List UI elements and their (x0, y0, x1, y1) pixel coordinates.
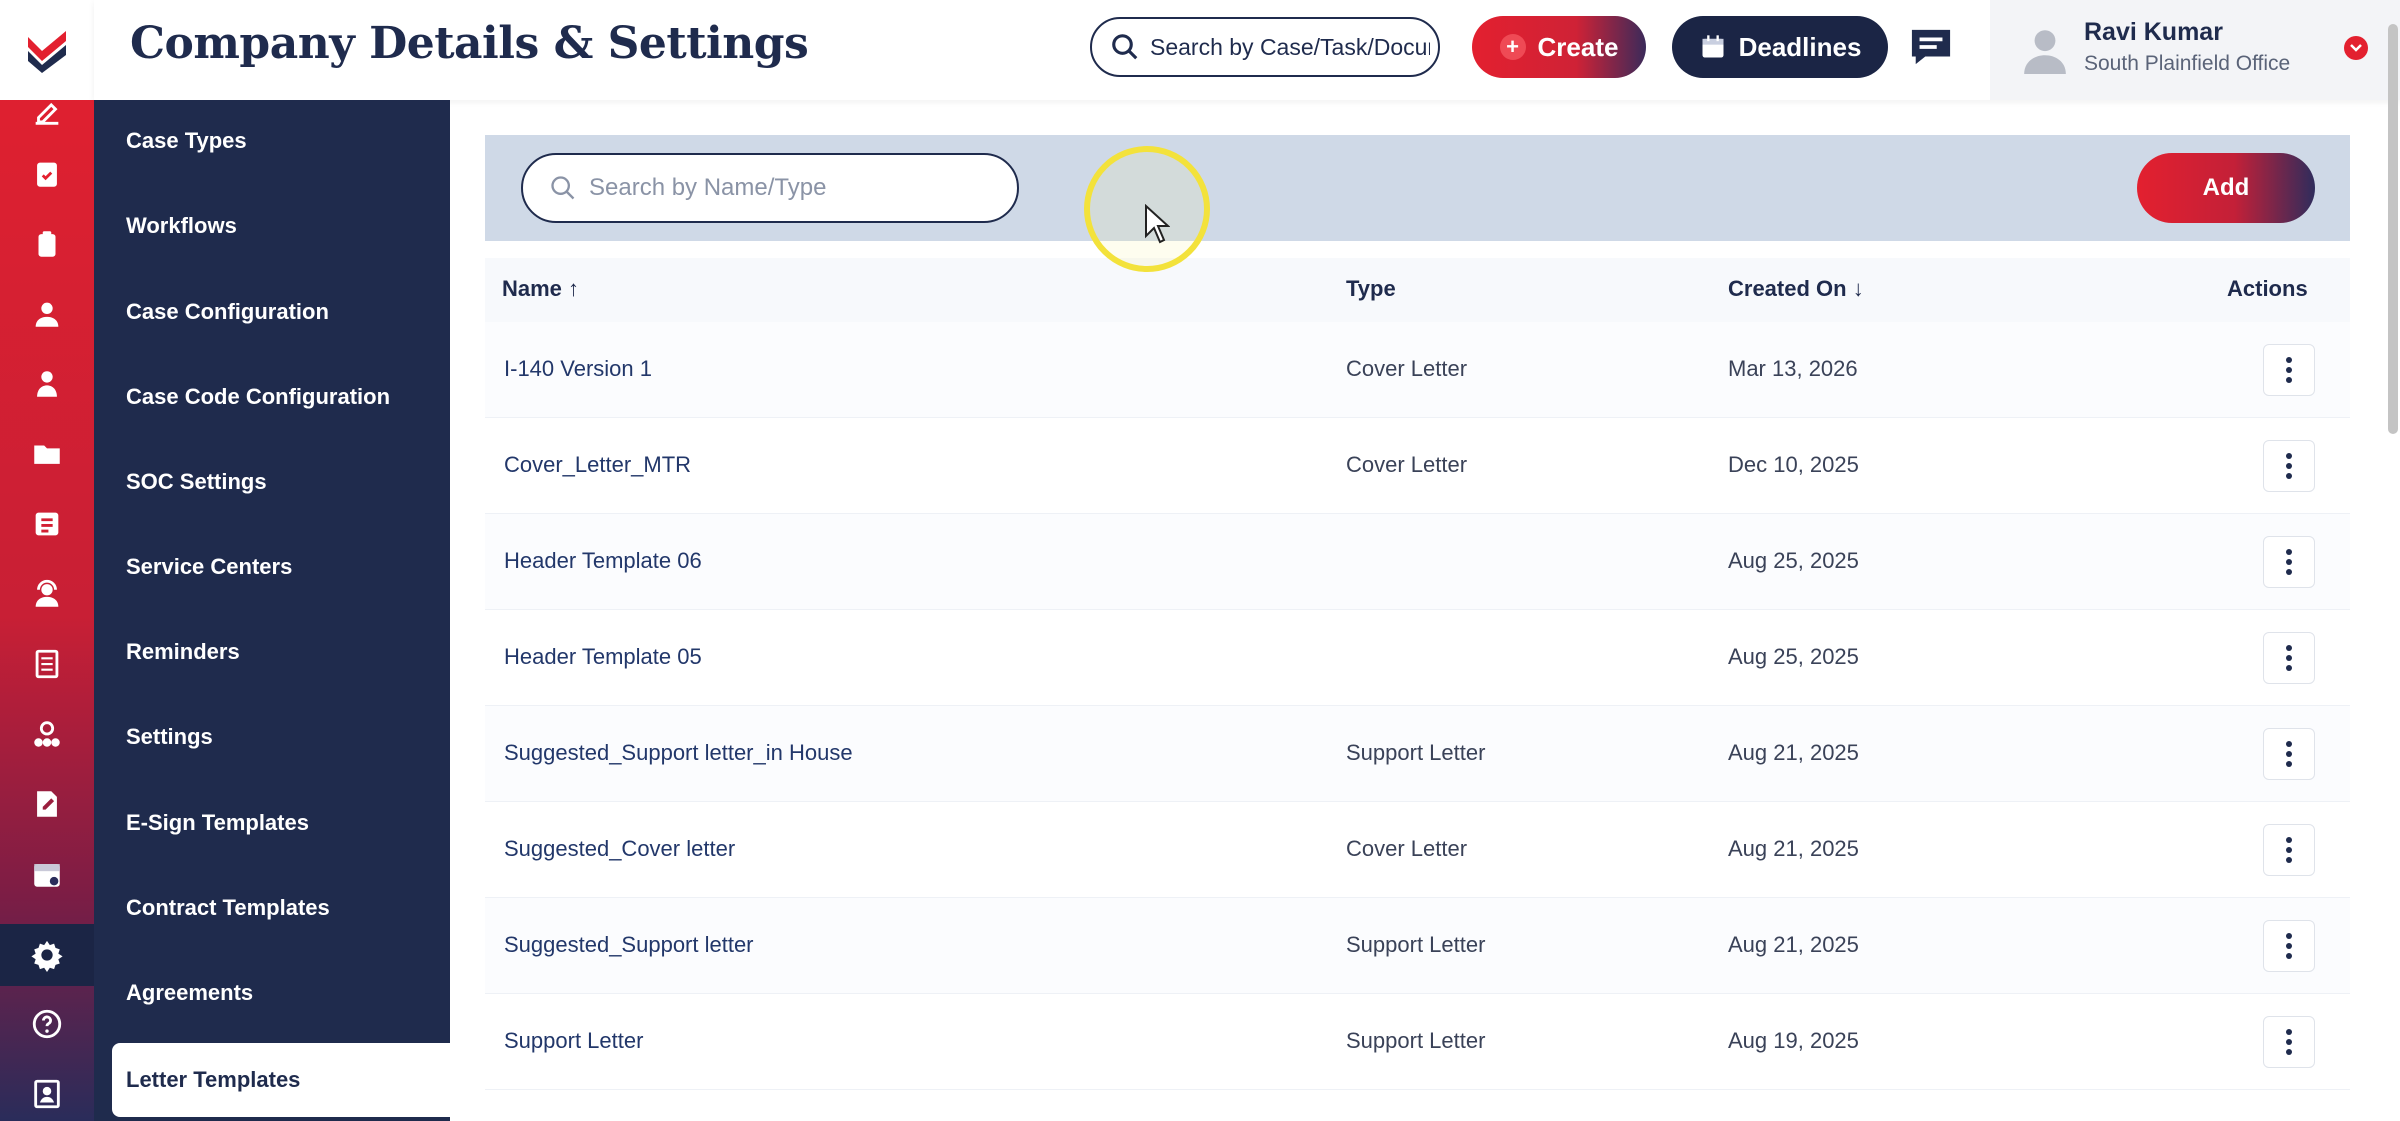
sidebar-item-agreements[interactable]: Agreements (94, 962, 450, 1024)
page-title: Company Details & Settings (130, 18, 809, 69)
table-row[interactable]: Suggested_Support letter Support Letter Au… (485, 898, 2350, 994)
deadlines-button-label: Deadlines (1738, 31, 1862, 62)
help-icon[interactable] (0, 996, 94, 1052)
template-name[interactable]: Suggested_Cover letter (504, 836, 735, 862)
sidebar-item-letter-templates[interactable]: Letter Templates (112, 1043, 450, 1117)
template-created-on: Dec 10, 2025 (1728, 452, 1859, 477)
template-type: Cover Letter (1346, 452, 1468, 477)
support-agent-icon[interactable] (0, 566, 94, 622)
template-name[interactable]: I-140 Version 1 (504, 356, 652, 382)
note-icon[interactable] (0, 496, 94, 552)
table-row[interactable]: Cover_Letter_MTR Cover Letter Dec 10, 2025 (485, 418, 2350, 514)
table-toolbar: Add (485, 135, 2350, 241)
messages-icon[interactable] (1904, 22, 1958, 72)
table-row[interactable]: I-140 Version 1 Cover Letter Mar 13, 2026 (485, 322, 2350, 418)
column-header-created-on[interactable]: Created On ↓ (1728, 276, 1864, 302)
icon-rail (0, 0, 94, 1121)
calendar-icon[interactable] (0, 846, 94, 902)
settings-sidebar: Case Types Workflows Case Configuration … (94, 100, 450, 1121)
table-row[interactable]: Support Letter Support Letter Aug 19, 2025 (485, 994, 2350, 1090)
sidebar-item-soc-settings[interactable]: SOC Settings (94, 451, 450, 513)
sidebar-item-settings[interactable]: Settings (94, 706, 450, 768)
mouse-cursor-icon (1145, 204, 1170, 244)
create-button[interactable]: + Create (1472, 16, 1646, 78)
document-edit-icon[interactable] (0, 776, 94, 832)
add-button[interactable]: Add (2137, 153, 2315, 223)
more-actions-icon[interactable] (2263, 536, 2315, 588)
template-name[interactable]: Cover_Letter_MTR (504, 452, 691, 478)
more-actions-icon[interactable] (2263, 1016, 2315, 1068)
search-icon (1112, 34, 1138, 60)
template-created-on: Aug 25, 2025 (1728, 548, 1859, 573)
more-actions-icon[interactable] (2263, 824, 2315, 876)
template-name[interactable]: Header Template 05 (504, 644, 702, 670)
logo-icon (28, 31, 66, 73)
person-icon[interactable] (0, 356, 94, 412)
template-search-input[interactable] (589, 174, 1009, 202)
column-header-name[interactable]: Name ↑ (502, 276, 579, 302)
template-type: Support Letter (1346, 740, 1486, 765)
contact-book-icon[interactable] (0, 1066, 94, 1121)
template-name[interactable]: Header Template 06 (504, 548, 702, 574)
more-actions-icon[interactable] (2263, 632, 2315, 684)
user-icon[interactable] (0, 286, 94, 342)
user-name: Ravi Kumar (2084, 18, 2223, 46)
top-header: Company Details & Settings + Create Dead… (94, 0, 2400, 100)
more-actions-icon[interactable] (2263, 920, 2315, 972)
scrollbar[interactable] (2388, 24, 2398, 434)
table-row[interactable]: Header Template 05 Aug 25, 2025 (485, 610, 2350, 706)
user-office: South Plainfield Office (2084, 52, 2291, 75)
table-row[interactable]: Suggested_Cover letter Cover Letter Aug 21… (485, 802, 2350, 898)
template-created-on: Aug 21, 2025 (1728, 740, 1859, 765)
sidebar-item-service-centers[interactable]: Service Centers (94, 536, 450, 598)
table-row[interactable]: Header Template 06 Aug 25, 2025 (485, 514, 2350, 610)
table-row[interactable]: Suggested_Support letter_in House Support… (485, 706, 2350, 802)
sidebar-item-case-configuration[interactable]: Case Configuration (94, 281, 450, 343)
template-created-on: Aug 19, 2025 (1728, 1028, 1859, 1053)
column-header-actions: Actions (2227, 276, 2308, 301)
global-search-input[interactable] (1150, 33, 1430, 61)
global-search[interactable] (1090, 17, 1440, 77)
more-actions-icon[interactable] (2263, 344, 2315, 396)
template-created-on: Aug 25, 2025 (1728, 644, 1859, 669)
ledger-icon[interactable] (0, 636, 94, 692)
edit-icon[interactable] (0, 84, 94, 140)
template-type: Support Letter (1346, 1028, 1486, 1053)
template-name[interactable]: Suggested_Support letter_in House (504, 740, 853, 766)
table-header: Name ↑ Type Created On ↓ Actions (485, 258, 2350, 322)
sidebar-item-contract-templates[interactable]: Contract Templates (94, 877, 450, 939)
folder-icon[interactable] (0, 426, 94, 482)
plus-icon: + (1499, 34, 1526, 60)
template-created-on: Mar 13, 2026 (1728, 356, 1858, 381)
chevron-down-icon[interactable] (2344, 36, 2368, 60)
letter-templates-table: Name ↑ Type Created On ↓ Actions I-140 V… (485, 258, 2350, 1090)
template-type: Support Letter (1346, 932, 1486, 957)
template-created-on: Aug 21, 2025 (1728, 932, 1859, 957)
settings-gear-icon[interactable] (0, 924, 94, 986)
template-name[interactable]: Support Letter (504, 1028, 643, 1054)
deadlines-button[interactable]: Deadlines (1672, 16, 1888, 78)
search-icon (551, 176, 575, 200)
column-header-type: Type (1346, 276, 1396, 301)
team-settings-icon[interactable] (0, 706, 94, 762)
more-actions-icon[interactable] (2263, 728, 2315, 780)
template-created-on: Aug 21, 2025 (1728, 836, 1859, 861)
sidebar-item-case-code-configuration[interactable]: Case Code Configuration (94, 366, 450, 428)
sidebar-item-case-types[interactable]: Case Types (94, 110, 450, 172)
avatar (2024, 30, 2066, 74)
clipboard-check-icon[interactable] (0, 146, 94, 202)
user-menu[interactable]: Ravi Kumar South Plainfield Office (1990, 0, 2400, 100)
create-button-label: Create (1537, 31, 1619, 62)
calendar-icon (1702, 35, 1724, 58)
sidebar-item-reminders[interactable]: Reminders (94, 621, 450, 683)
template-type: Cover Letter (1346, 836, 1468, 861)
template-search[interactable] (521, 153, 1019, 223)
more-actions-icon[interactable] (2263, 440, 2315, 492)
clipboard-icon[interactable] (0, 216, 94, 272)
template-type: Cover Letter (1346, 356, 1468, 381)
sidebar-item-e-sign-templates[interactable]: E-Sign Templates (94, 792, 450, 854)
template-name[interactable]: Suggested_Support letter (504, 932, 754, 958)
sidebar-item-workflows[interactable]: Workflows (94, 195, 450, 257)
